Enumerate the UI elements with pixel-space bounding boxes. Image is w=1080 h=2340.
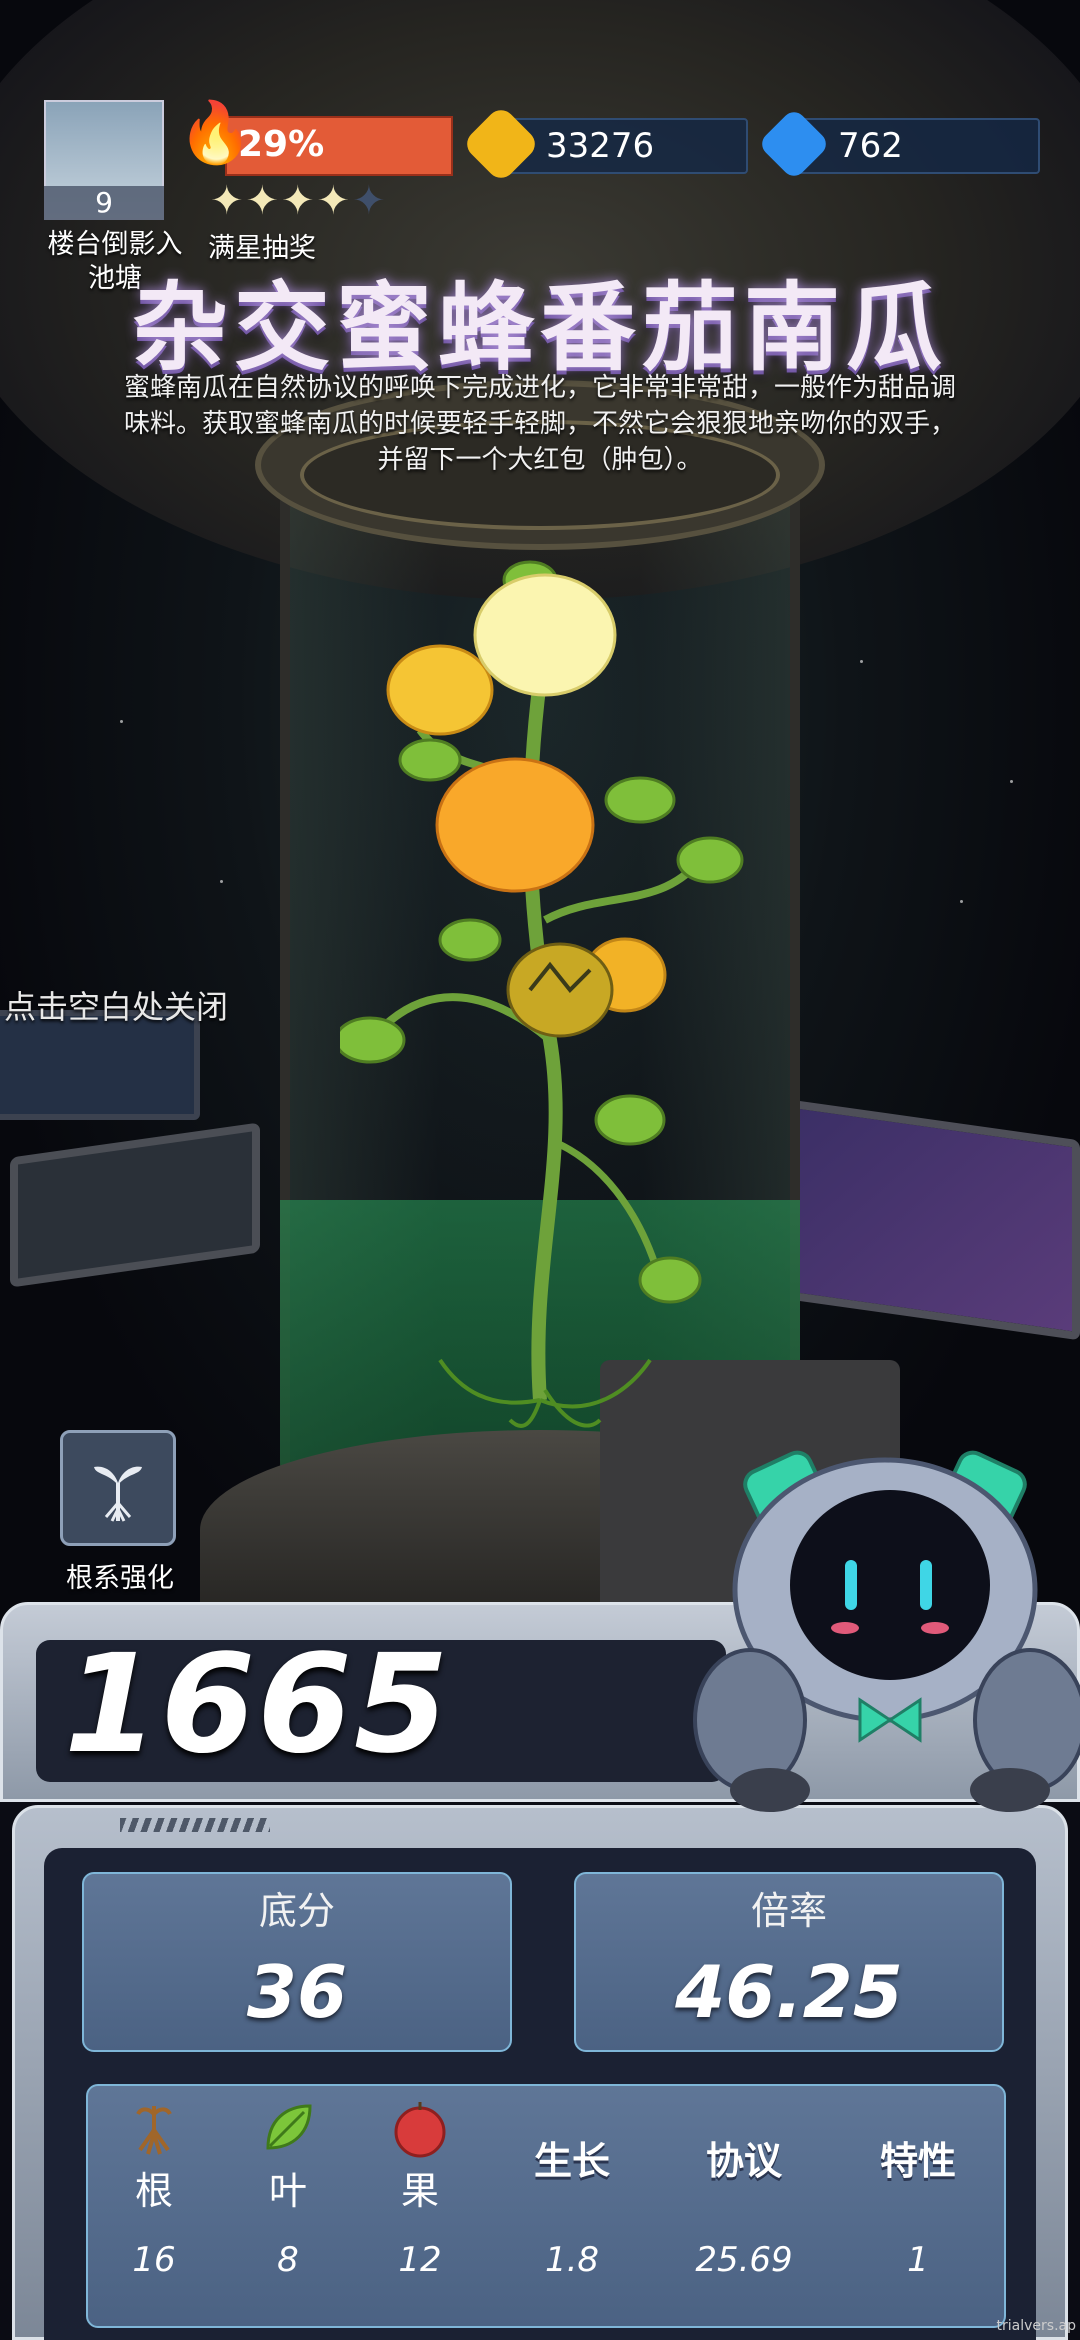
fire-progress-text: 29% xyxy=(238,124,325,165)
left-monitor xyxy=(10,1122,260,1288)
coin-amount: 33276 xyxy=(546,126,655,166)
panel-stripes xyxy=(120,1818,270,1832)
attr-value-growth: 1.8 xyxy=(544,2240,600,2280)
star-icon: ✦ xyxy=(245,178,282,224)
sprout-icon xyxy=(94,1466,142,1522)
plant-title: 杂交蜜蜂番茄南瓜 xyxy=(132,272,948,384)
star xyxy=(1010,780,1013,783)
attr-value-root: 16 xyxy=(132,2240,176,2280)
total-score: 1665 xyxy=(64,1626,451,1784)
attr-value-leaf: 8 xyxy=(277,2240,299,2280)
star-icon: ✦ xyxy=(316,178,353,224)
plant-description-line1: 蜜蜂南瓜在自然协议的呼唤下完成进化，它非常非常甜，一般作为甜品调 xyxy=(123,373,956,403)
scene-count: 9 xyxy=(44,186,164,220)
base-score-value: 36 xyxy=(246,1950,348,2034)
attr-label-fruit: 果 xyxy=(400,2169,439,2213)
attr-label-root: 根 xyxy=(134,2169,173,2213)
plant-description: 蜜蜂南瓜在自然协议的呼唤下完成进化，它非常非常甜，一般作为甜品调 味料。获取蜜蜂… xyxy=(80,370,1000,478)
star-icon: ✦ xyxy=(210,178,246,224)
star-icon: ✦ xyxy=(281,178,317,224)
root-boost-label: 根系强化 xyxy=(66,1563,174,1594)
right-monitor xyxy=(790,1099,1080,1341)
star xyxy=(960,900,963,903)
gem-amount: 762 xyxy=(838,126,903,166)
star xyxy=(120,720,123,723)
star-rating: ✦✦✦✦✦ xyxy=(210,178,388,224)
star-empty-icon: ✦ xyxy=(352,178,388,224)
attr-label-leaf: 叶 xyxy=(268,2169,307,2213)
leaf-icon xyxy=(258,2098,318,2158)
bee-tomato-pumpkin-plant xyxy=(340,560,744,1428)
attr-value-fruit: 12 xyxy=(398,2240,442,2280)
tap-to-close-hint: 点击空白处关闭 xyxy=(4,988,229,1026)
attr-label-trait: 特性 xyxy=(879,2139,956,2183)
multiplier-value: 46.25 xyxy=(675,1950,903,2034)
attr-value-trait: 1 xyxy=(907,2240,929,2280)
attr-value-protocol: 25.69 xyxy=(695,2240,793,2280)
star xyxy=(220,880,223,883)
robot-mascot xyxy=(693,1450,1080,1812)
root-boost-button[interactable] xyxy=(60,1430,176,1546)
multiplier-label: 倍率 xyxy=(750,1889,827,1933)
watermark: trialvers.ap xyxy=(996,2318,1076,2334)
plant-description-line2: 味料。获取蜜蜂南瓜的时候要轻手轻脚，不然它会狠狠地亲吻你的双手， xyxy=(123,409,956,439)
star xyxy=(860,660,863,663)
plant-description-line3: 并留下一个大红包（肿包）。 xyxy=(377,445,703,475)
attr-label-growth: 生长 xyxy=(533,2139,610,2183)
fruit-icon xyxy=(390,2098,450,2158)
gem-counter[interactable] xyxy=(790,118,1040,174)
root-icon xyxy=(124,2098,184,2158)
attributes-card xyxy=(86,2084,1006,2328)
base-score-label: 底分 xyxy=(258,1889,335,1933)
attr-label-protocol: 协议 xyxy=(705,2139,782,2183)
